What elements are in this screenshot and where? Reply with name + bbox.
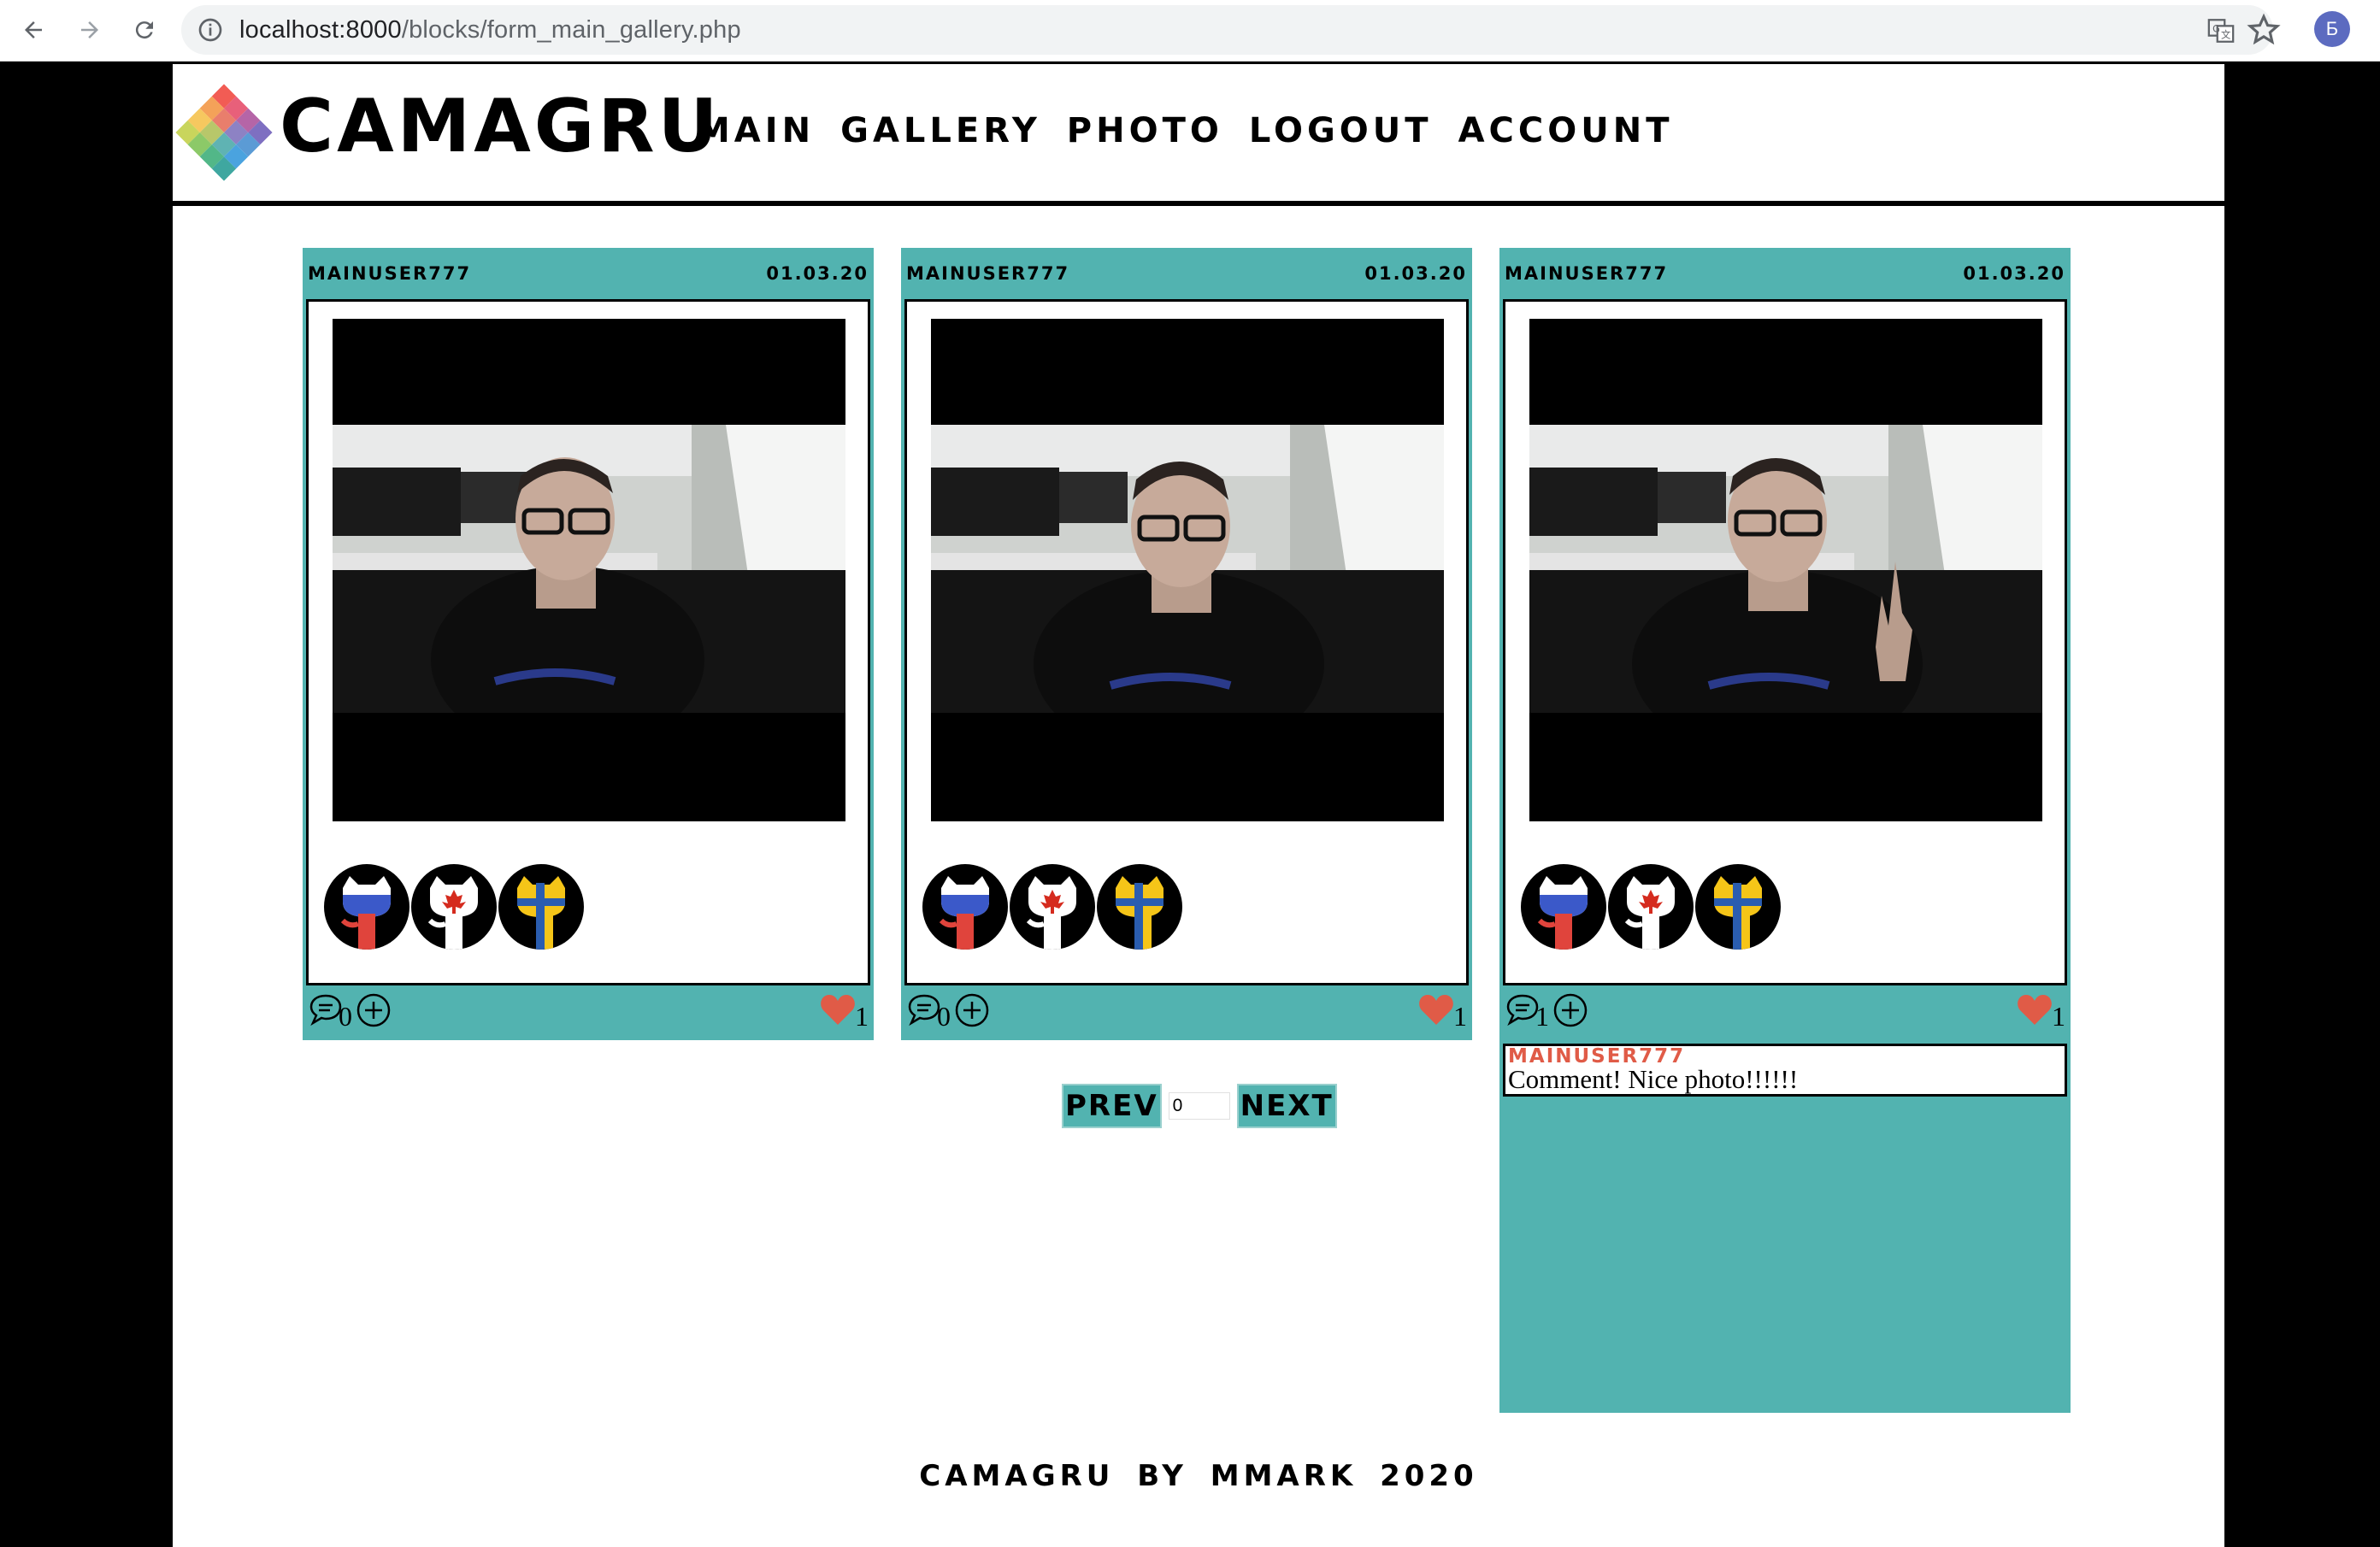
- card-date: 01.03.20: [766, 263, 869, 284]
- comment-count: 1: [1535, 1001, 1549, 1032]
- card-body: [1503, 299, 2067, 985]
- heart-icon[interactable]: [2016, 992, 2053, 1026]
- menu-item-main[interactable]: MAIN: [696, 110, 815, 151]
- github-cat-canada-sticker[interactable]: [1608, 864, 1694, 950]
- info-icon: [198, 18, 222, 42]
- logo-text[interactable]: CAMAGRU: [280, 90, 721, 163]
- comment-count: 0: [937, 1001, 951, 1032]
- comment-count: 0: [339, 1001, 352, 1032]
- site-footer: CAMAGRU BY MMARK 2020: [919, 1459, 1478, 1493]
- photo-card: MAINUSER777 01.03.20: [901, 248, 1472, 1040]
- github-cat-russia-sticker[interactable]: [1521, 864, 1606, 950]
- card-body: [904, 299, 1469, 985]
- photo-card: MAINUSER777 01.03.20: [303, 248, 874, 1040]
- arrow-right-icon: [81, 21, 98, 38]
- profile-initial: Б: [2325, 18, 2339, 39]
- next-button[interactable]: NEXT: [1236, 1084, 1337, 1128]
- github-cat-canada-sticker[interactable]: [1010, 864, 1095, 950]
- webcam-photo[interactable]: [333, 319, 845, 821]
- like-count: 1: [855, 1001, 869, 1032]
- site-header: CAMAGRU MAIN GALLERY PHOTO LOGOUT ACCOUN…: [173, 64, 2224, 206]
- back-button[interactable]: [14, 10, 53, 50]
- github-cat-sweden-sticker[interactable]: [1695, 864, 1781, 950]
- add-comment-icon[interactable]: [1552, 992, 1588, 1028]
- menu-item-gallery[interactable]: GALLERY: [840, 110, 1041, 151]
- page: CAMAGRU MAIN GALLERY PHOTO LOGOUT ACCOUN…: [173, 64, 2224, 1547]
- browser-toolbar: localhost:8000/blocks/form_main_gallery.…: [0, 0, 2380, 62]
- url-text: localhost:8000/blocks/form_main_gallery.…: [239, 5, 741, 55]
- card-username[interactable]: MAINUSER777: [1505, 263, 1668, 284]
- github-cat-sweden-sticker[interactable]: [498, 864, 584, 950]
- add-comment-icon[interactable]: [954, 992, 990, 1028]
- address-bar[interactable]: localhost:8000/blocks/form_main_gallery.…: [181, 5, 2273, 55]
- main-menu: MAIN GALLERY PHOTO LOGOUT ACCOUNT: [696, 110, 1673, 151]
- forward-button[interactable]: [70, 10, 109, 50]
- github-cat-russia-sticker[interactable]: [922, 864, 1008, 950]
- arrow-left-icon: [25, 21, 42, 38]
- sticker-row: [324, 864, 586, 950]
- card-username[interactable]: MAINUSER777: [906, 263, 1069, 284]
- menu-item-account[interactable]: ACCOUNT: [1458, 110, 1674, 151]
- photo-scene: [333, 425, 845, 713]
- url-path: /blocks/form_main_gallery.php: [401, 16, 741, 44]
- prev-button[interactable]: PREV: [1062, 1084, 1162, 1128]
- profile-avatar[interactable]: Б: [2314, 11, 2350, 47]
- card-body: [306, 299, 870, 985]
- reload-button[interactable]: [125, 10, 164, 50]
- pagination: PREV NEXT: [1062, 1084, 1337, 1128]
- card-footer: 1 1: [1499, 985, 2071, 1040]
- github-cat-canada-sticker[interactable]: [411, 864, 497, 950]
- url-host: localhost:8000: [239, 16, 402, 44]
- card-date: 01.03.20: [1963, 263, 2065, 284]
- card-username[interactable]: MAINUSER777: [308, 263, 471, 284]
- page-number-input[interactable]: [1168, 1092, 1230, 1120]
- menu-item-photo[interactable]: PHOTO: [1067, 110, 1223, 151]
- like-count: 1: [1453, 1001, 1467, 1032]
- sticker-row: [922, 864, 1184, 950]
- star-icon[interactable]: [2245, 11, 2283, 49]
- menu-item-logout[interactable]: LOGOUT: [1249, 110, 1433, 151]
- svg-text:G: G: [2212, 22, 2220, 34]
- like-count: 1: [2052, 1001, 2065, 1032]
- card-header: MAINUSER777 01.03.20: [901, 248, 1472, 299]
- logo-diamond-icon[interactable]: [174, 83, 274, 182]
- photo-card: MAINUSER777 01.03.20: [1499, 248, 2071, 1413]
- card-footer: 0 1: [303, 985, 874, 1040]
- photo-scene: [931, 425, 1444, 713]
- card-header: MAINUSER777 01.03.20: [1499, 248, 2071, 299]
- sticker-row: [1521, 864, 1782, 950]
- webcam-photo[interactable]: [1529, 319, 2042, 821]
- comment-text: Comment! Nice photo!!!!!!: [1508, 1064, 1799, 1094]
- add-comment-icon[interactable]: [356, 992, 392, 1028]
- heart-icon[interactable]: [1417, 992, 1455, 1026]
- github-cat-sweden-sticker[interactable]: [1097, 864, 1182, 950]
- photo-scene: [1529, 425, 2042, 713]
- svg-text:文: 文: [2221, 29, 2230, 41]
- card-footer: 0 1: [901, 985, 1472, 1040]
- card-date: 01.03.20: [1364, 263, 1467, 284]
- reload-icon: [135, 21, 153, 39]
- heart-icon[interactable]: [819, 992, 857, 1026]
- webcam-photo[interactable]: [931, 319, 1444, 821]
- github-cat-russia-sticker[interactable]: [324, 864, 409, 950]
- card-header: MAINUSER777 01.03.20: [303, 248, 874, 299]
- comment-item: MAINUSER777 Comment! Nice photo!!!!!!: [1503, 1044, 2067, 1097]
- translate-icon[interactable]: G文: [2206, 16, 2236, 45]
